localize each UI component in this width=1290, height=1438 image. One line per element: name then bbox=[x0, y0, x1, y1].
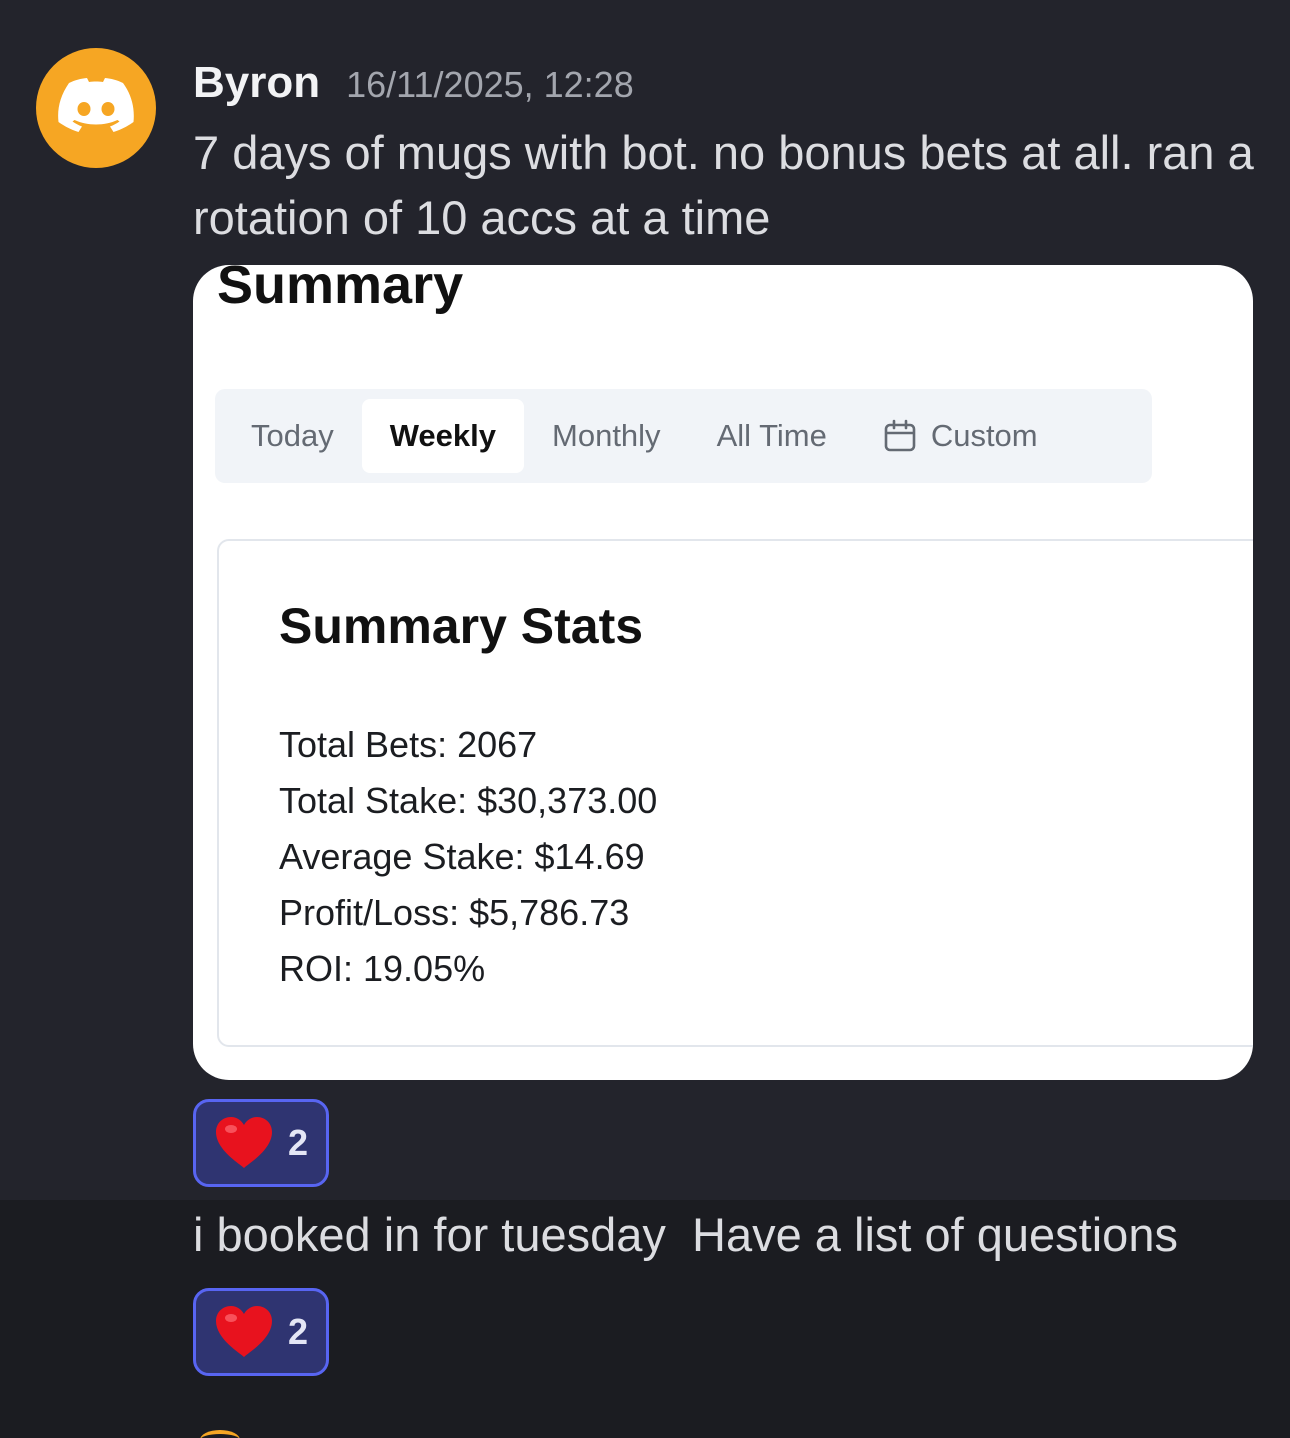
tab-today[interactable]: Today bbox=[223, 399, 362, 473]
stats-title: Summary Stats bbox=[279, 598, 644, 654]
stat-label: Average Stake: bbox=[279, 836, 525, 877]
tab-label: Monthly bbox=[552, 418, 661, 453]
reaction-count: 2 bbox=[287, 1311, 309, 1352]
stats-list: Total Bets: 2067 Total Stake: $30,373.00… bbox=[279, 717, 657, 997]
tab-label: Weekly bbox=[389, 418, 497, 453]
reaction-count: 2 bbox=[287, 1122, 309, 1163]
chat-view: Byron 16/11/2025, 12:28 7 days of mugs w… bbox=[0, 0, 1290, 1438]
stat-total-bets: Total Bets: 2067 bbox=[279, 717, 657, 773]
stat-label: Profit/Loss: bbox=[279, 892, 460, 933]
summary-title: Summary bbox=[217, 265, 464, 315]
message-timestamp: 16/11/2025, 12:28 bbox=[346, 64, 634, 105]
calendar-icon bbox=[884, 419, 916, 452]
summary-stats-card: Summary Stats Total Bets: 2067 Total Sta… bbox=[217, 539, 1253, 1047]
stat-roi: ROI: 19.05% bbox=[279, 941, 657, 997]
stat-label: Total Stake: bbox=[279, 780, 468, 821]
image-attachment[interactable]: Summary Today Weekly Monthly All Time Cu… bbox=[193, 265, 1253, 1080]
stat-label: Total Bets: bbox=[279, 724, 448, 765]
tab-label: Today bbox=[251, 418, 334, 453]
reaction-heart[interactable]: 2 bbox=[193, 1288, 329, 1376]
reaction-heart[interactable]: 2 bbox=[193, 1099, 329, 1187]
tab-monthly[interactable]: Monthly bbox=[524, 399, 689, 473]
message-text: i booked in for tuesday Have a list of q… bbox=[193, 1208, 1178, 1261]
stat-value: 19.05% bbox=[363, 948, 486, 989]
tab-custom[interactable]: Custom bbox=[855, 399, 1066, 473]
stat-total-stake: Total Stake: $30,373.00 bbox=[279, 773, 657, 829]
heart-icon bbox=[215, 1117, 272, 1168]
username[interactable]: Byron bbox=[193, 58, 320, 108]
heart-icon bbox=[215, 1306, 272, 1357]
message-header: Byron 16/11/2025, 12:28 bbox=[193, 58, 634, 108]
stat-average-stake: Average Stake: $14.69 bbox=[279, 829, 657, 885]
user-avatar[interactable] bbox=[36, 48, 156, 168]
stat-value: $30,373.00 bbox=[477, 780, 658, 821]
stat-value: 2067 bbox=[457, 724, 538, 765]
stat-value: $14.69 bbox=[534, 836, 645, 877]
tab-all-time[interactable]: All Time bbox=[689, 399, 855, 473]
stat-label: ROI: bbox=[279, 948, 354, 989]
period-tabs: Today Weekly Monthly All Time Custom bbox=[215, 389, 1152, 483]
stat-value: $5,786.73 bbox=[469, 892, 630, 933]
tab-label: All Time bbox=[716, 418, 827, 453]
stat-profit-loss: Profit/Loss: $5,786.73 bbox=[279, 885, 657, 941]
tab-label: Custom bbox=[930, 418, 1038, 453]
message-text: 7 days of mugs with bot. no bonus bets a… bbox=[193, 126, 1254, 244]
discord-logo-icon bbox=[58, 78, 134, 132]
tab-weekly[interactable]: Weekly bbox=[361, 399, 525, 473]
